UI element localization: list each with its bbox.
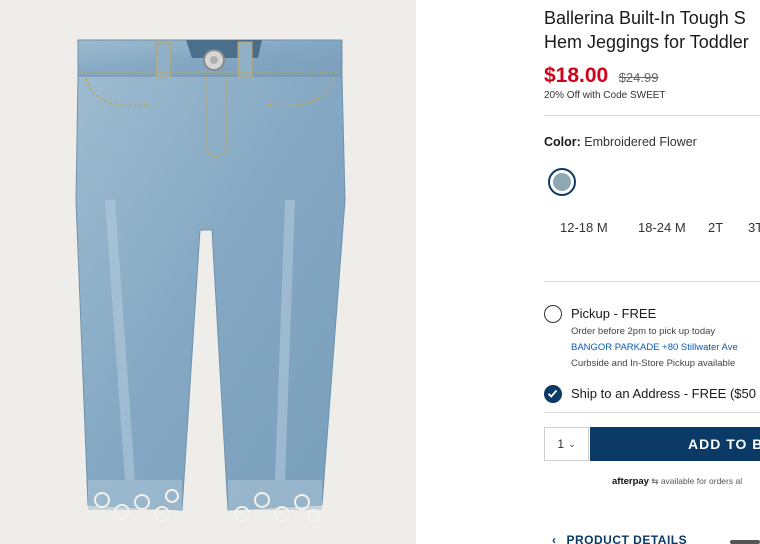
afterpay-text: available for orders al (660, 476, 743, 486)
product-details-panel: Ballerina Built-In Tough S Hem Jeggings … (544, 0, 760, 544)
quantity-value: 1 (557, 437, 565, 451)
color-label-key: Color: (544, 135, 581, 149)
quantity-select[interactable]: 1 ⌄ (544, 427, 589, 461)
price-row: $18.00 $24.99 (544, 64, 658, 88)
divider (544, 281, 760, 282)
product-details-label: PRODUCT DETAILS (566, 533, 688, 544)
size-option-18-24m[interactable]: 18-24 M (638, 220, 686, 235)
chevron-down-icon: ⌄ (568, 438, 576, 449)
ship-label[interactable]: Ship to an Address - FREE ($50 (571, 386, 756, 401)
pickup-radio[interactable] (544, 305, 562, 323)
swatch-fill (553, 173, 571, 191)
product-title: Ballerina Built-In Tough S Hem Jeggings … (544, 8, 749, 52)
size-option-12-18m[interactable]: 12-18 M (560, 220, 608, 235)
divider (544, 412, 760, 413)
pickup-label[interactable]: Pickup - FREE (571, 306, 656, 321)
product-details-toggle[interactable]: ‹ PRODUCT DETAILS (552, 533, 687, 544)
product-image[interactable] (0, 0, 416, 544)
checkmark-icon (547, 389, 558, 398)
divider (544, 115, 760, 116)
afterpay-logo: afterpay (612, 476, 649, 487)
ship-radio[interactable] (544, 385, 562, 403)
pickup-cutoff-text: Order before 2pm to pick up today (571, 326, 716, 337)
color-label: Color: Embroidered Flower (544, 135, 697, 149)
size-option-2t[interactable]: 2T (708, 220, 723, 235)
color-swatch-embroidered-flower[interactable] (548, 168, 576, 196)
jeans-photo-icon (75, 39, 346, 523)
color-value: Embroidered Flower (584, 135, 697, 149)
size-option-3t[interactable]: 3T (748, 220, 760, 235)
original-price: $24.99 (618, 70, 659, 85)
pickup-store-link[interactable]: BANGOR PARKADE +80 Stillwater Ave (571, 342, 738, 353)
sale-price: $18.00 (544, 64, 609, 87)
chevron-left-icon: ‹ (552, 533, 557, 544)
afterpay-notice: afterpay ⇆ available for orders al (612, 476, 742, 487)
add-to-bag-button[interactable]: ADD TO BAG (590, 427, 760, 461)
promo-text: 20% Off with Code SWEET (544, 90, 666, 101)
pickup-availability-text: Curbside and In-Store Pickup available (571, 358, 736, 369)
scrollbar-thumb[interactable] (730, 540, 760, 544)
afterpay-arrows-icon: ⇆ (648, 476, 661, 486)
